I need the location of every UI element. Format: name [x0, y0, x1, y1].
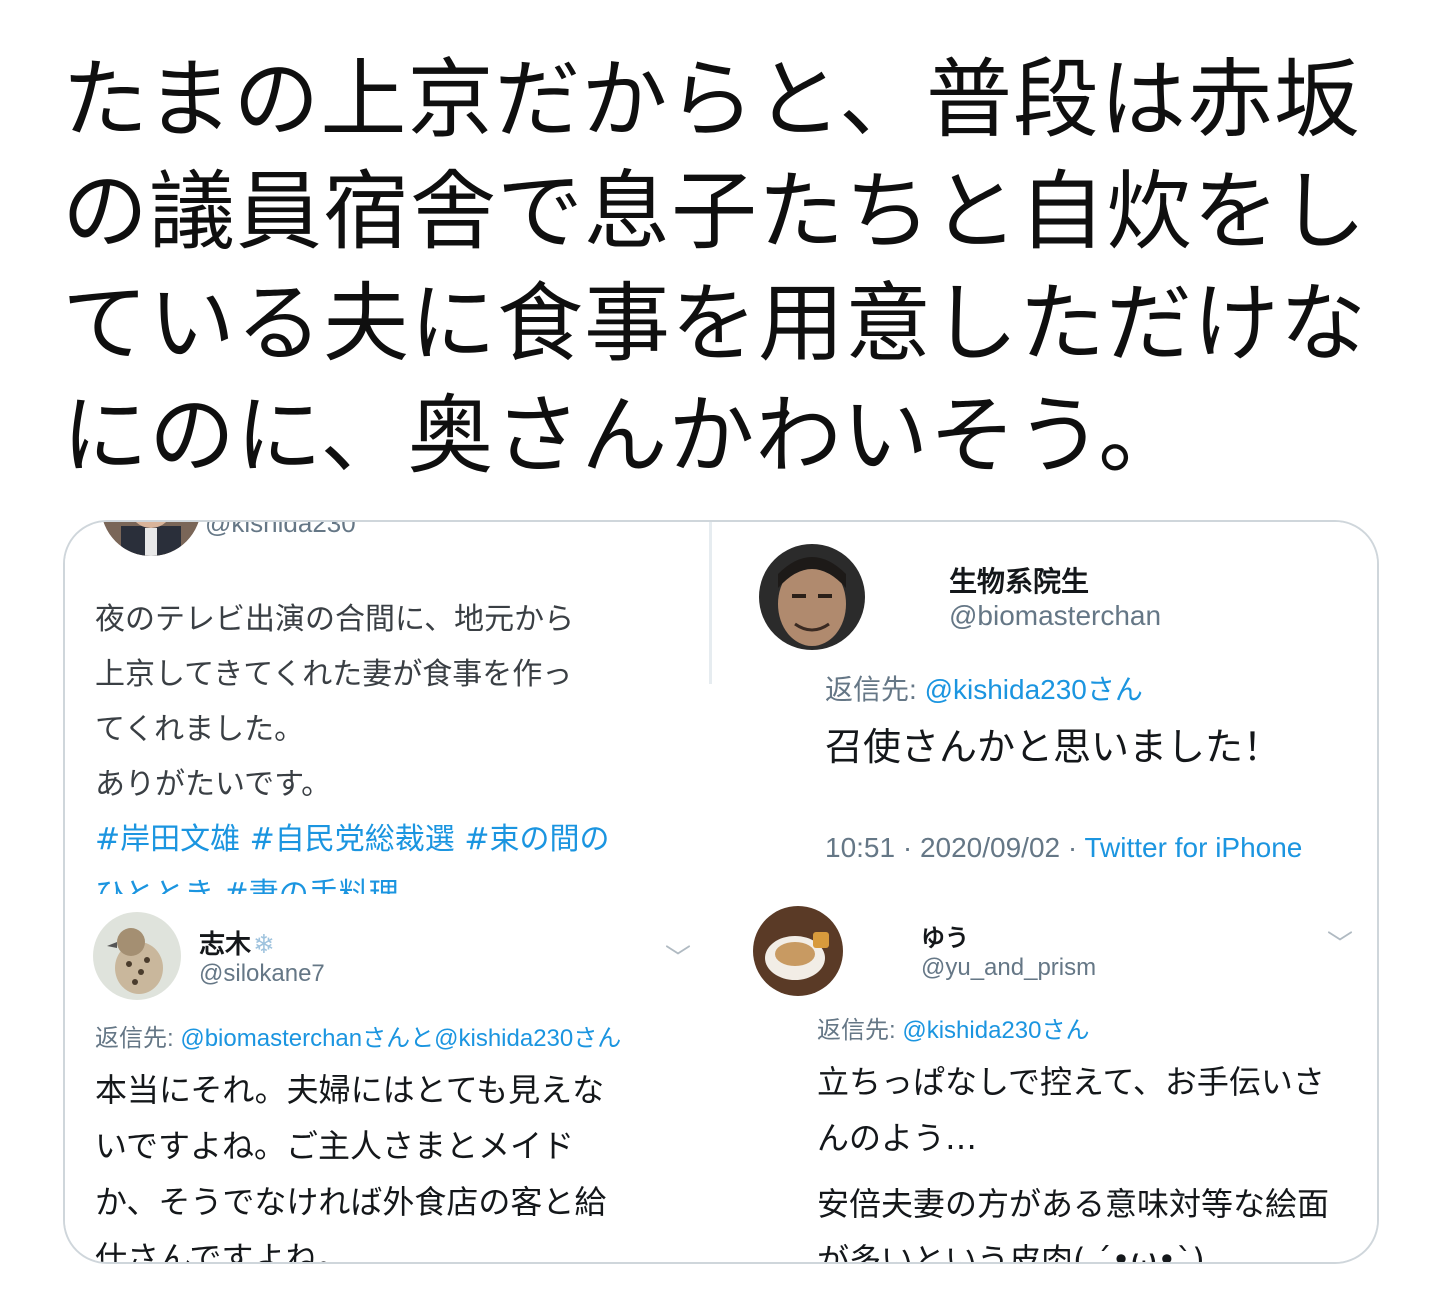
user-handle[interactable]: @biomasterchan: [949, 600, 1161, 632]
reply-body: 召使さんかと思いました！: [825, 725, 1282, 769]
teacup-avatar[interactable]: [753, 906, 843, 996]
tweet-body-line: ありがたいです。: [95, 767, 332, 802]
post-text-line: たまの上京だからと、普段は赤坂: [62, 50, 1361, 150]
chevron-down-icon[interactable]: ﹀: [1327, 924, 1353, 961]
user-name[interactable]: 生物系院生: [949, 560, 1089, 600]
reply-to: 返信先: @kishida230さん: [817, 1017, 1090, 1044]
hashtags[interactable]: #岸田文雄 #自民党総裁選 #束の間の: [95, 812, 609, 867]
reply-bio-pane: 生物系院生 @biomasterchan 返信先: @kishida230さん …: [713, 522, 1377, 894]
tweet-body-line: てくれました。: [95, 712, 305, 747]
kishida-avatar: [101, 522, 201, 556]
snowflake-icon: ❄: [253, 929, 275, 959]
bird-avatar[interactable]: [93, 912, 181, 1000]
post-text-line: ている夫に食事を用意しただけな: [62, 274, 1367, 374]
mention-link[interactable]: @kishida230: [902, 1017, 1041, 1044]
portrait-avatar[interactable]: [759, 544, 865, 650]
handle-cut[interactable]: @kishida230: [205, 522, 356, 539]
mention-link[interactable]: @kishida230: [434, 1025, 573, 1052]
user-handle[interactable]: @silokane7: [199, 960, 325, 988]
user-name[interactable]: 志木❄: [199, 924, 275, 961]
tweet-body-line: 夜のテレビ出演の合間に、地元から: [95, 602, 575, 637]
reply-body-line: 立ちっぱなしで控えて、お手伝いさ: [817, 1063, 1325, 1101]
thread-line: [709, 522, 712, 684]
reply-shiki-pane: 志木❄ @silokane7 ﹀ 返信先: @biomasterchanさんと@…: [65, 894, 715, 1262]
reply-body: 立ちっぱなしで控えて、お手伝いさ んのよう… 安倍夫妻の方がある意味対等な絵面 …: [817, 1054, 1329, 1262]
reply-body-line: か、そうでなければ外食店の客と給: [95, 1183, 607, 1221]
tweet-date[interactable]: 2020/09/02: [920, 832, 1060, 863]
reply-to: 返信先: @kishida230さん: [825, 674, 1143, 705]
user-handle[interactable]: @yu_and_prism: [921, 954, 1096, 982]
tweet-source[interactable]: Twitter for iPhone: [1085, 832, 1303, 863]
mention-link[interactable]: @biomasterchan: [180, 1025, 362, 1052]
chevron-down-icon[interactable]: ﹀: [665, 938, 691, 975]
reply-body-line: が多いという皮肉( ´•ω•`): [817, 1241, 1205, 1262]
mention-link[interactable]: @kishida230: [925, 674, 1087, 705]
main-tweet-pane: @kishida230 夜のテレビ出演の合間に、地元から 上京してきてくれた妻が…: [65, 522, 715, 894]
tweet-body: 夜のテレビ出演の合間に、地元から 上京してきてくれた妻が食事を作っ てくれました…: [95, 592, 609, 894]
attached-image[interactable]: @kishida230 夜のテレビ出演の合間に、地元から 上京してきてくれた妻が…: [63, 520, 1379, 1264]
reply-yu-pane: ゆう @yu_and_prism ﹀ 返信先: @kishida230さん 立ち…: [713, 894, 1377, 1262]
tweet-time[interactable]: 10:51: [825, 832, 895, 863]
reply-body: 本当にそれ。夫婦にはとても見えな いですよね。ご主人さまとメイド か、そうでなけ…: [95, 1062, 606, 1262]
reply-body-line: 安倍夫妻の方がある意味対等な絵面: [817, 1185, 1330, 1223]
reply-body-line: 仕さんですよね。: [95, 1239, 350, 1262]
tweet-meta: 10:51 · 2020/09/02 · Twitter for iPhone: [825, 832, 1303, 863]
tweet-body-line: 上京してきてくれた妻が食事を作っ: [95, 657, 573, 692]
hashtags-cut[interactable]: ひととき #妻の手料理: [95, 867, 609, 894]
reply-body-line: んのよう…: [817, 1119, 978, 1157]
user-name[interactable]: ゆう: [921, 918, 969, 953]
reply-body-line: 本当にそれ。夫婦にはとても見えな: [95, 1071, 605, 1109]
post-text-line: にのに、奥さんかわいそう。: [62, 386, 1186, 486]
reply-body-line: いですよね。ご主人さまとメイド: [95, 1127, 575, 1165]
reply-to: 返信先: @biomasterchanさんと@kishida230さん: [95, 1025, 622, 1052]
post-text-line: の議員宿舎で息子たちと自炊をし: [62, 162, 1367, 262]
post-text: たまの上京だからと、普段は赤坂 の議員宿舎で息子たちと自炊をし ている夫に食事を…: [62, 44, 1367, 492]
